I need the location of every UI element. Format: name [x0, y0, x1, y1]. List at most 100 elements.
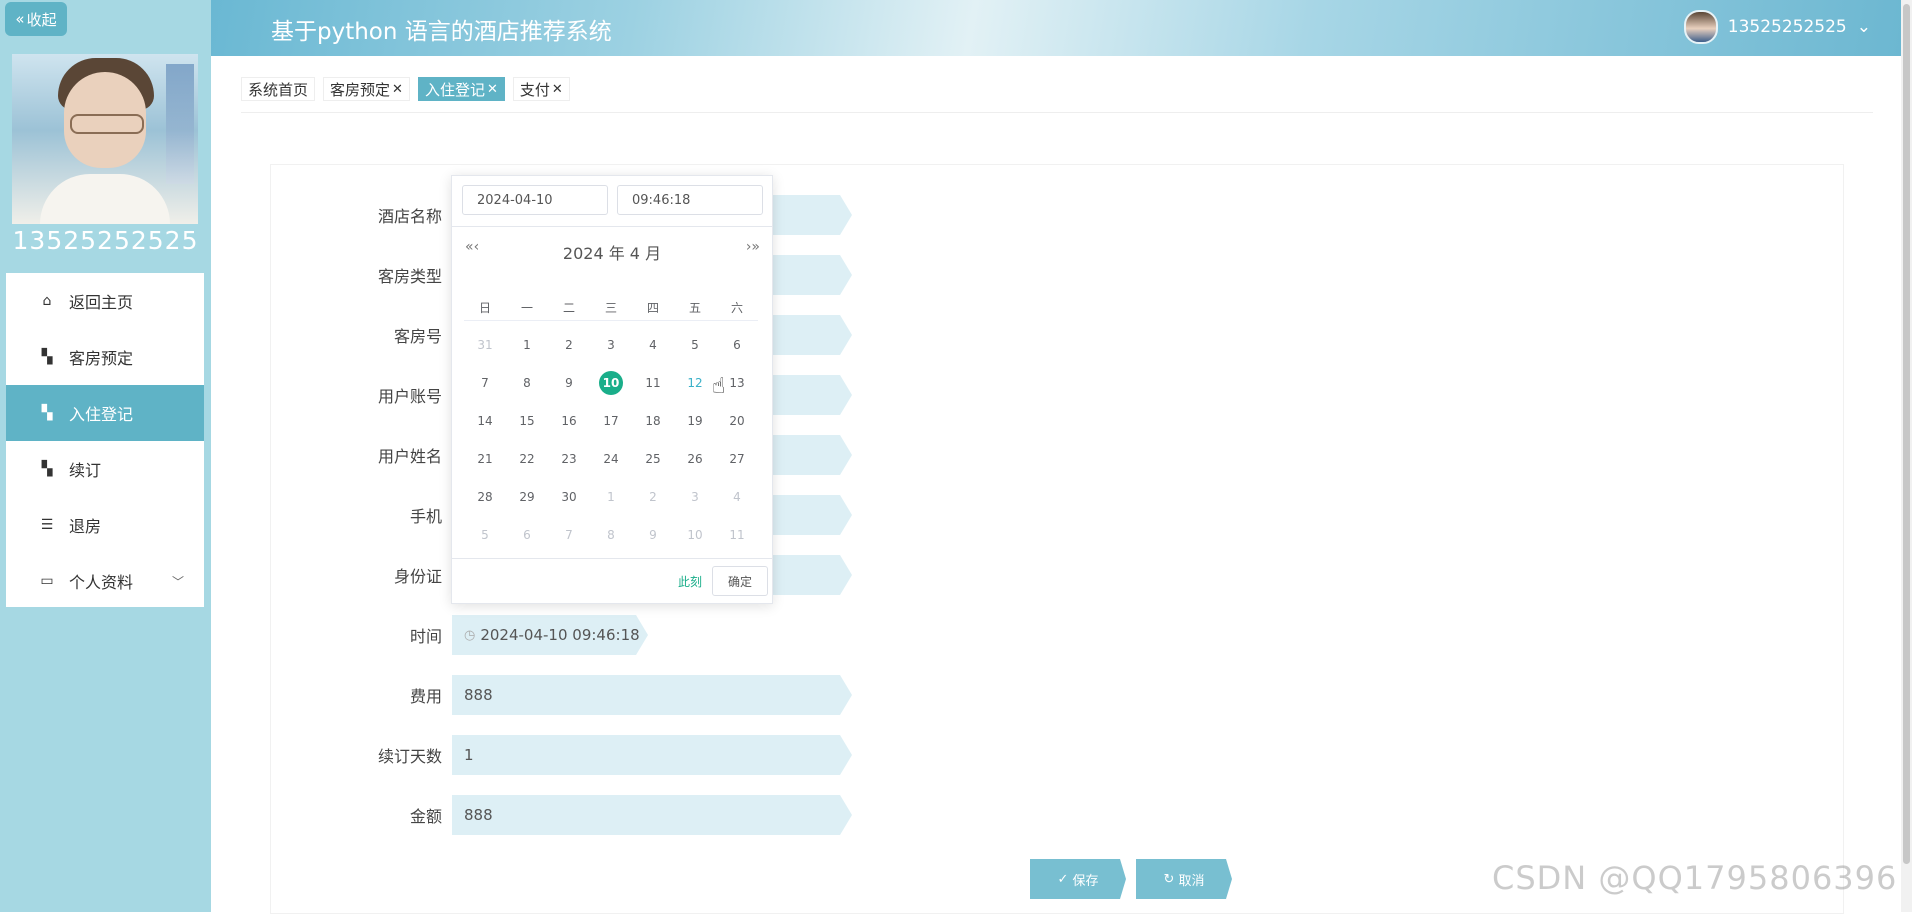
- calendar-day[interactable]: 9: [548, 376, 590, 390]
- calendar-day[interactable]: 8: [506, 376, 548, 390]
- calendar-day[interactable]: 5: [464, 528, 506, 542]
- calendar-day[interactable]: 31: [464, 338, 506, 352]
- weekday-label: 三: [604, 300, 617, 315]
- now-button[interactable]: 此刻: [678, 573, 702, 590]
- calendar-day[interactable]: 11: [632, 376, 674, 390]
- field-label: 客房类型: [377, 267, 442, 286]
- double-chevron-left-icon: «: [15, 10, 25, 28]
- field-label: 用户姓名: [377, 447, 442, 466]
- calendar-day[interactable]: 6: [716, 338, 758, 352]
- calendar-week: 31 1 2 3 4 5 6: [464, 326, 758, 364]
- calendar-day[interactable]: 28: [464, 490, 506, 504]
- calendar-day[interactable]: 16: [548, 414, 590, 428]
- card-icon: ▭: [40, 573, 54, 589]
- divider: [464, 320, 758, 321]
- calendar-day[interactable]: 15: [506, 414, 548, 428]
- field-label: 时间: [409, 627, 442, 646]
- weekday-label: 日: [478, 300, 491, 315]
- confirm-button[interactable]: 确定: [712, 566, 768, 596]
- picker-footer: 此刻 确定: [452, 558, 772, 603]
- chevron-down-icon: ⌄: [1856, 17, 1871, 37]
- calendar-day[interactable]: 3: [590, 338, 632, 352]
- calendar-day[interactable]: 23: [548, 452, 590, 466]
- calendar-day[interactable]: 3: [674, 490, 716, 504]
- form-row-amount: 金额 888: [300, 795, 852, 835]
- calendar-day[interactable]: 18: [632, 414, 674, 428]
- calendar-day[interactable]: 20: [716, 414, 758, 428]
- weekday-label: 一: [520, 300, 533, 315]
- form-row-time: 时间 ◷ 2024-04-10 09:46:18: [300, 615, 648, 655]
- sidebar-item-check-in[interactable]: ▚ 入住登记: [6, 385, 204, 441]
- calendar-day[interactable]: 9: [632, 528, 674, 542]
- tab-check-in[interactable]: 入住登记 ✕: [417, 77, 505, 101]
- field-label: 身份证: [393, 567, 442, 586]
- next-month-year-icons[interactable]: ›»: [746, 239, 760, 255]
- tab-home[interactable]: 系统首页: [241, 77, 316, 101]
- calendar-day[interactable]: 27: [716, 452, 758, 466]
- tab-room-booking[interactable]: 客房预定 ✕: [323, 77, 410, 101]
- picker-date-input[interactable]: 2024-04-10: [462, 185, 608, 215]
- cancel-button[interactable]: ↻ 取消: [1136, 859, 1232, 899]
- grid-icon: ▚: [41, 405, 53, 421]
- calendar-day[interactable]: 14: [464, 414, 506, 428]
- fee-field[interactable]: 888: [452, 675, 852, 715]
- sidebar-item-home[interactable]: ⌂ 返回主页: [6, 273, 204, 329]
- calendar-day[interactable]: 7: [548, 528, 590, 542]
- sidebar: « 收起 13525252525 ⌂ 返回主页 ▚ 客房预定 ▚ 入住登记 ▚ …: [0, 0, 211, 912]
- calendar-day[interactable]: 24: [590, 452, 632, 466]
- scrollbar-thumb[interactable]: [1903, 4, 1910, 864]
- renew-days-field[interactable]: 1: [452, 735, 852, 775]
- close-icon[interactable]: ✕: [487, 82, 498, 97]
- divider: [452, 226, 772, 227]
- calendar-day[interactable]: 19: [674, 414, 716, 428]
- close-icon[interactable]: ✕: [392, 82, 403, 97]
- user-menu[interactable]: 13525252525 ⌄: [1683, 10, 1871, 44]
- calendar-day[interactable]: 4: [632, 338, 674, 352]
- calendar-day[interactable]: 25: [632, 452, 674, 466]
- sidebar-item-label: 退房: [69, 517, 102, 536]
- calendar-day[interactable]: 26: [674, 452, 716, 466]
- sliders-icon: ☰: [40, 517, 54, 533]
- calendar-day[interactable]: 29: [506, 490, 548, 504]
- selected-day-number: 10: [599, 371, 623, 395]
- calendar-week: 5 6 7 8 9 10 11: [464, 516, 758, 554]
- calendar-day[interactable]: 2: [548, 338, 590, 352]
- calendar-day[interactable]: 2: [632, 490, 674, 504]
- sidebar-item-label: 返回主页: [69, 293, 134, 312]
- calendar-day-selected[interactable]: 10: [590, 371, 632, 395]
- grid-icon: ▚: [41, 461, 53, 477]
- field-label: 手机: [409, 507, 442, 526]
- scrollbar[interactable]: [1901, 0, 1912, 912]
- calendar-day[interactable]: 6: [506, 528, 548, 542]
- calendar-day[interactable]: 22: [506, 452, 548, 466]
- sidebar-item-checkout[interactable]: ☰ 退房: [6, 497, 204, 553]
- tab-label: 客房预定: [330, 80, 391, 99]
- weekday-label: 六: [730, 300, 743, 315]
- calendar-day[interactable]: 17: [590, 414, 632, 428]
- calendar-day[interactable]: 8: [590, 528, 632, 542]
- sidebar-item-renew[interactable]: ▚ 续订: [6, 441, 204, 497]
- sidebar-item-profile[interactable]: ▭ 个人资料 ﹀: [6, 553, 204, 609]
- calendar-day[interactable]: 5: [674, 338, 716, 352]
- tab-payment[interactable]: 支付 ✕: [512, 77, 570, 101]
- calendar-day-hover[interactable]: 12: [674, 376, 716, 390]
- avatar: [1683, 10, 1718, 44]
- calendar-day[interactable]: 21: [464, 452, 506, 466]
- field-label: 客房号: [393, 327, 442, 346]
- picker-time-input[interactable]: 09:46:18: [617, 185, 763, 215]
- save-button[interactable]: ✓ 保存: [1030, 859, 1126, 899]
- calendar-day[interactable]: 7: [464, 376, 506, 390]
- calendar-day[interactable]: 10: [674, 528, 716, 542]
- calendar-day[interactable]: 4: [716, 490, 758, 504]
- close-icon[interactable]: ✕: [552, 82, 563, 97]
- calendar-day[interactable]: 11: [716, 528, 758, 542]
- calendar-day[interactable]: 1: [506, 338, 548, 352]
- time-picker-field[interactable]: ◷ 2024-04-10 09:46:18: [452, 615, 648, 655]
- calendar-day[interactable]: 1: [590, 490, 632, 504]
- calendar-day[interactable]: 30: [548, 490, 590, 504]
- amount-field[interactable]: 888: [452, 795, 852, 835]
- sidebar-item-room-booking[interactable]: ▚ 客房预定: [6, 329, 204, 385]
- sidebar-menu: ⌂ 返回主页 ▚ 客房预定 ▚ 入住登记 ▚ 续订 ☰ 退房 ▭ 个人资料 ﹀: [6, 273, 204, 607]
- collapse-button[interactable]: « 收起: [5, 2, 67, 36]
- field-label: 金额: [409, 807, 442, 826]
